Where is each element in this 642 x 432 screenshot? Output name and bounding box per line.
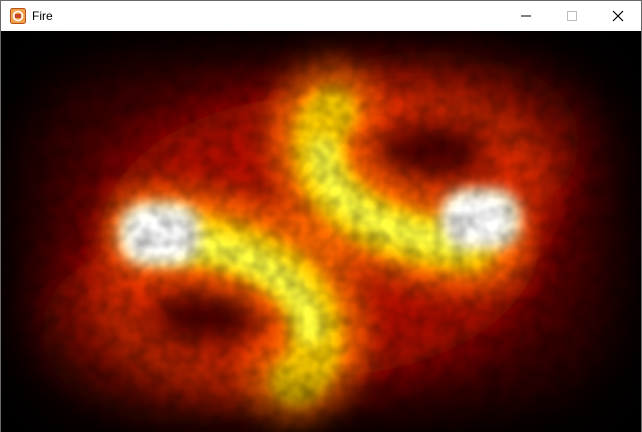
close-icon	[612, 10, 624, 22]
title-bar[interactable]: Fire	[1, 1, 641, 31]
close-button[interactable]	[595, 1, 641, 31]
fire-render	[1, 31, 641, 432]
fire-canvas[interactable]	[1, 31, 641, 432]
fire-app-icon	[10, 8, 26, 24]
maximize-button[interactable]	[549, 1, 595, 31]
minimize-icon	[521, 15, 531, 17]
minimize-button[interactable]	[503, 1, 549, 31]
window-title: Fire	[32, 9, 53, 23]
fire-window: Fire	[0, 0, 642, 432]
maximize-icon	[567, 11, 577, 21]
